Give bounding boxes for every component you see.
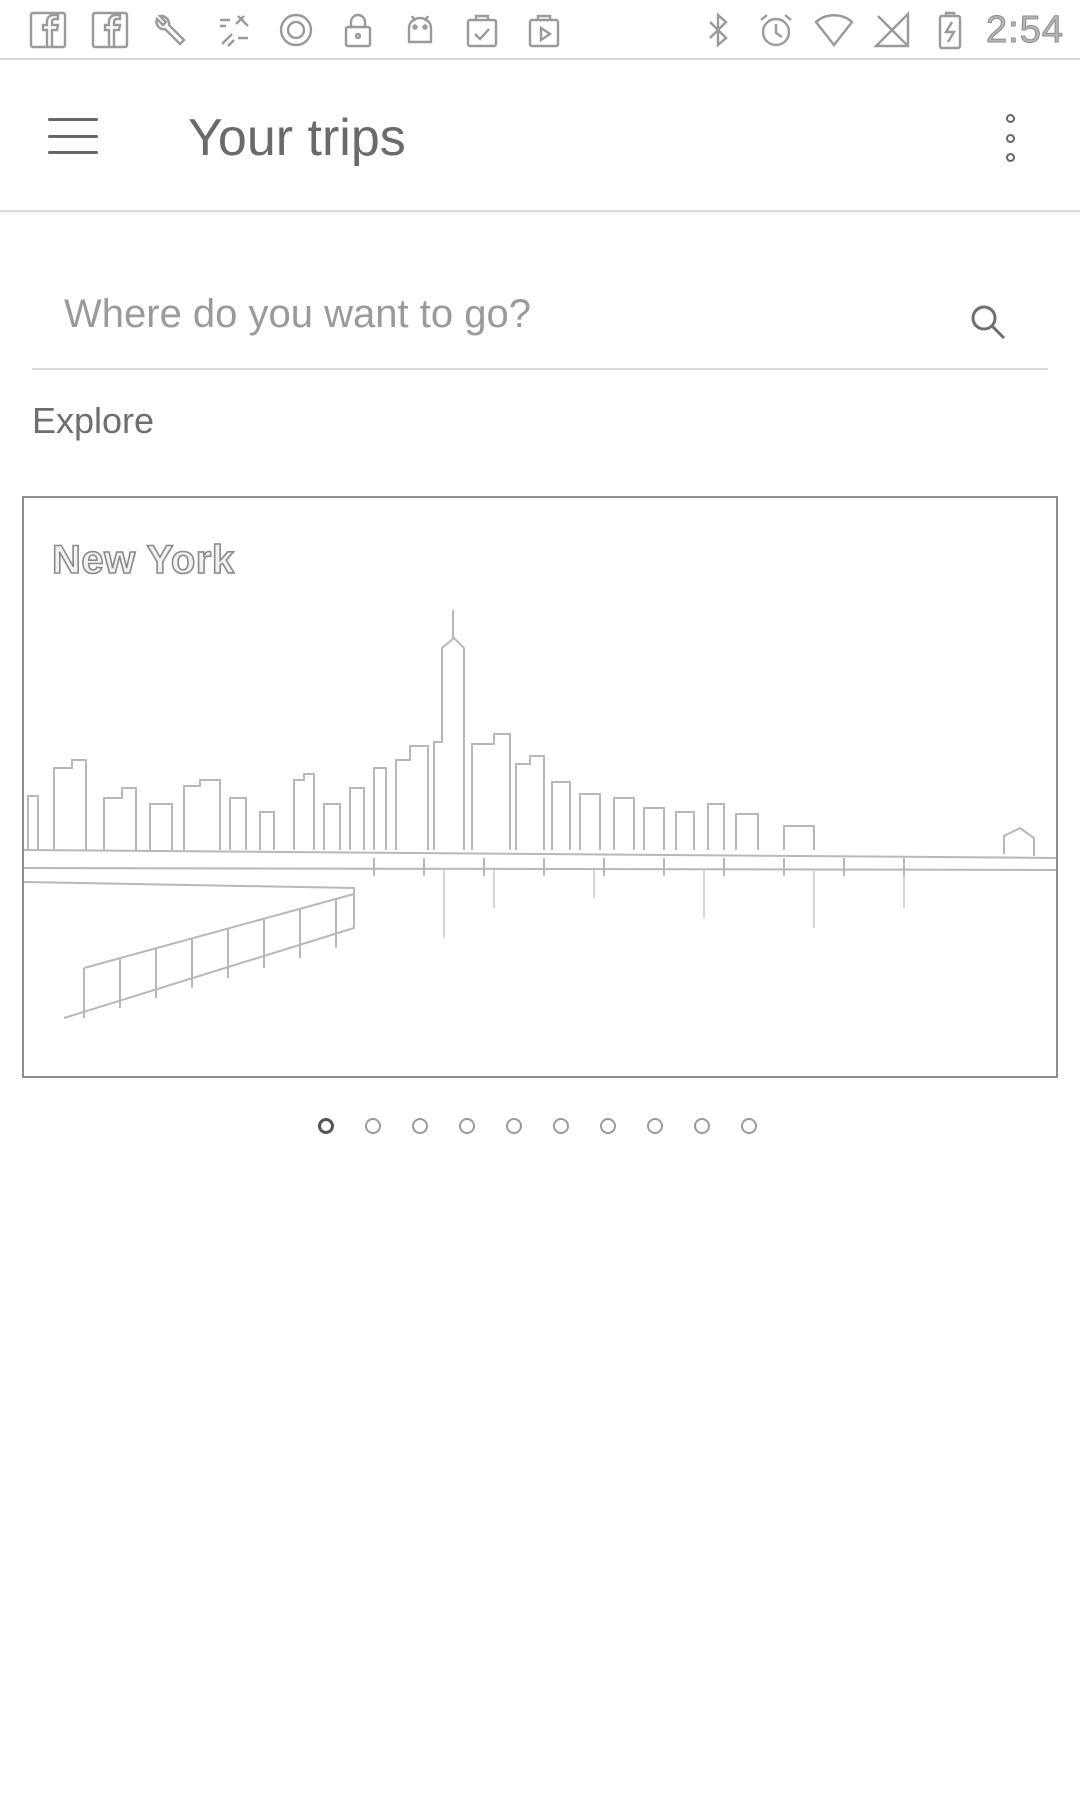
alarm-icon <box>754 8 798 52</box>
status-bar-notifications <box>26 8 566 52</box>
pager-dot[interactable] <box>694 1118 710 1134</box>
destination-card[interactable]: New York <box>22 496 1058 1078</box>
wifi-icon <box>812 8 856 52</box>
facebook-icon <box>88 8 132 52</box>
battery-charging-icon <box>928 8 972 52</box>
no-signal-icon <box>870 8 914 52</box>
search-icon[interactable] <box>966 300 1010 344</box>
explore-label: Explore <box>32 400 155 441</box>
pager-dot[interactable] <box>741 1118 757 1134</box>
bluetooth-icon <box>696 8 740 52</box>
pager-dot[interactable] <box>647 1118 663 1134</box>
status-time: 2:54 <box>986 8 1064 51</box>
lock-icon <box>336 8 380 52</box>
clipboard-check-icon <box>460 8 504 52</box>
card-title: New York <box>51 537 235 583</box>
circle-icon <box>274 8 318 52</box>
pager-dot[interactable] <box>412 1118 428 1134</box>
pager-dot[interactable] <box>459 1118 475 1134</box>
page-title: Your trips <box>188 109 406 167</box>
status-bar-system: 2:54 <box>696 8 1064 52</box>
search-input[interactable] <box>64 284 944 344</box>
new-york-skyline-image <box>24 610 1056 1019</box>
facebook-icon <box>26 8 70 52</box>
pager-dot[interactable] <box>365 1118 381 1134</box>
pager-dot[interactable] <box>600 1118 616 1134</box>
pager-dot[interactable] <box>318 1118 334 1134</box>
android-icon <box>398 8 442 52</box>
more-vert-icon[interactable] <box>996 110 1024 166</box>
wrench-icon <box>150 8 194 52</box>
play-store-icon <box>522 8 566 52</box>
pager-dot[interactable] <box>553 1118 569 1134</box>
status-bar: 2:54 <box>0 0 1080 60</box>
app-bar: Your trips <box>0 62 1080 212</box>
menu-icon[interactable] <box>44 112 102 160</box>
sync-icon <box>212 8 256 52</box>
search-bar <box>32 270 1048 370</box>
pager-dot[interactable] <box>506 1118 522 1134</box>
carousel-pager <box>318 1118 757 1138</box>
